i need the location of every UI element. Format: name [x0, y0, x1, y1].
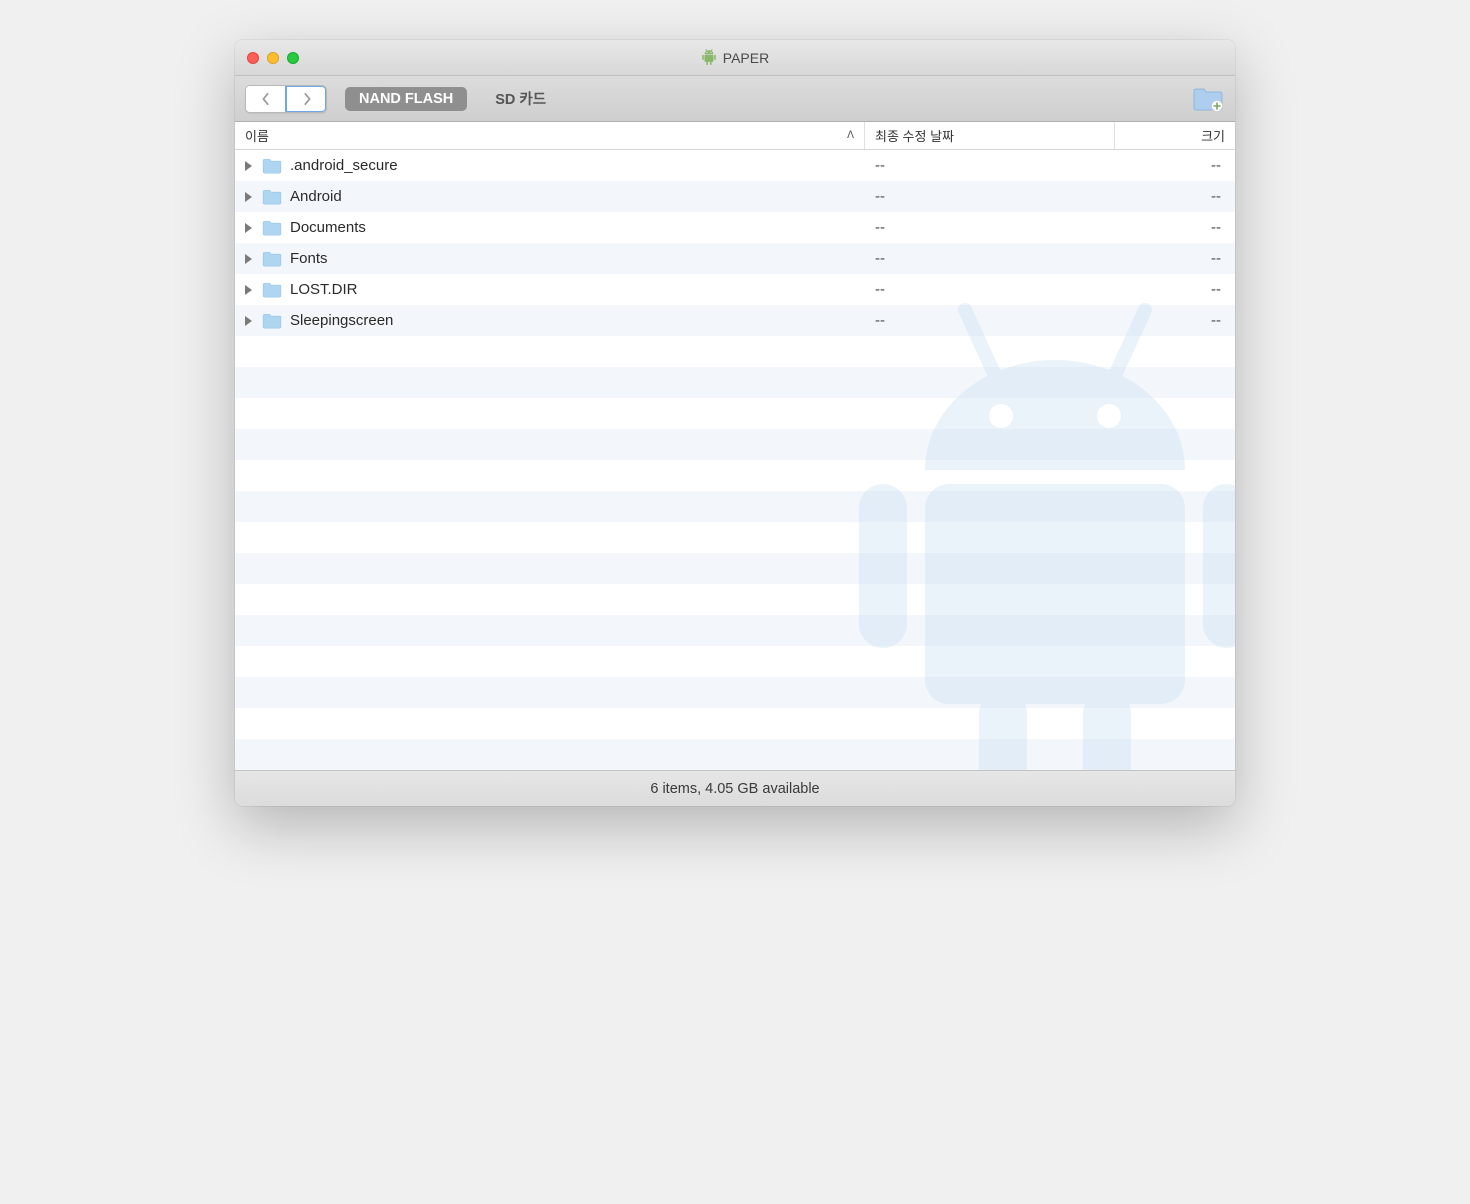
name-cell: Documents: [235, 219, 865, 236]
folder-icon: [262, 313, 282, 329]
android-icon: [701, 49, 717, 67]
empty-row: [235, 553, 1235, 584]
empty-row: [235, 708, 1235, 739]
disclosure-triangle-icon[interactable]: [245, 316, 252, 326]
size-cell: --: [1115, 219, 1235, 236]
empty-row: [235, 491, 1235, 522]
empty-row: [235, 429, 1235, 460]
folder-icon: [262, 220, 282, 236]
date-cell: --: [865, 312, 1115, 329]
size-cell: --: [1115, 250, 1235, 267]
nav-button-group: [245, 85, 327, 113]
column-header-row: 이름 ᐱ 최종 수정 날짜 크기: [235, 122, 1235, 150]
empty-row: [235, 522, 1235, 553]
size-cell: --: [1115, 157, 1235, 174]
empty-row: [235, 615, 1235, 646]
close-button[interactable]: [247, 52, 259, 64]
file-name: Sleepingscreen: [290, 312, 393, 329]
finder-window: PAPER NAND FLASH SD 카드 이름 ᐱ: [235, 40, 1235, 806]
size-cell: --: [1115, 281, 1235, 298]
folder-icon: [262, 189, 282, 205]
column-date-header[interactable]: 최종 수정 날짜: [865, 122, 1115, 149]
file-name: .android_secure: [290, 157, 398, 174]
status-bar: 6 items, 4.05 GB available: [235, 770, 1235, 806]
column-size-label: 크기: [1201, 126, 1225, 145]
empty-row: [235, 739, 1235, 770]
chevron-right-icon: [302, 93, 312, 105]
chevron-left-icon: [261, 93, 271, 105]
table-row[interactable]: LOST.DIR -- --: [235, 274, 1235, 305]
disclosure-triangle-icon[interactable]: [245, 161, 252, 171]
date-cell: --: [865, 281, 1115, 298]
date-cell: --: [865, 250, 1115, 267]
window-controls: [247, 52, 299, 64]
empty-row: [235, 398, 1235, 429]
file-name: Documents: [290, 219, 366, 236]
folder-icon: [262, 158, 282, 174]
empty-row: [235, 336, 1235, 367]
disclosure-triangle-icon[interactable]: [245, 192, 252, 202]
empty-row: [235, 584, 1235, 615]
tab-nand-flash[interactable]: NAND FLASH: [345, 87, 467, 111]
back-button[interactable]: [246, 86, 286, 112]
file-name: LOST.DIR: [290, 281, 358, 298]
name-cell: Sleepingscreen: [235, 312, 865, 329]
storage-tabs: NAND FLASH SD 카드: [345, 84, 560, 113]
name-cell: LOST.DIR: [235, 281, 865, 298]
size-cell: --: [1115, 312, 1235, 329]
name-cell: Fonts: [235, 250, 865, 267]
toolbar: NAND FLASH SD 카드: [235, 76, 1235, 122]
date-cell: --: [865, 157, 1115, 174]
name-cell: Android: [235, 188, 865, 205]
sort-indicator-icon: ᐱ: [847, 130, 854, 141]
date-cell: --: [865, 188, 1115, 205]
column-name-header[interactable]: 이름 ᐱ: [235, 122, 865, 149]
file-name: Android: [290, 188, 342, 205]
file-name: Fonts: [290, 250, 328, 267]
table-row[interactable]: Documents -- --: [235, 212, 1235, 243]
folder-icon: [262, 282, 282, 298]
zoom-button[interactable]: [287, 52, 299, 64]
size-cell: --: [1115, 188, 1235, 205]
empty-row: [235, 646, 1235, 677]
file-list[interactable]: .android_secure -- -- Android -- -- Docu…: [235, 150, 1235, 770]
disclosure-triangle-icon[interactable]: [245, 285, 252, 295]
new-folder-button[interactable]: [1191, 85, 1225, 113]
empty-row: [235, 367, 1235, 398]
minimize-button[interactable]: [267, 52, 279, 64]
forward-button[interactable]: [286, 86, 326, 112]
empty-row: [235, 677, 1235, 708]
titlebar[interactable]: PAPER: [235, 40, 1235, 76]
table-row[interactable]: Android -- --: [235, 181, 1235, 212]
table-row[interactable]: Sleepingscreen -- --: [235, 305, 1235, 336]
name-cell: .android_secure: [235, 157, 865, 174]
window-title: PAPER: [723, 50, 769, 66]
disclosure-triangle-icon[interactable]: [245, 223, 252, 233]
empty-row: [235, 460, 1235, 491]
column-date-label: 최종 수정 날짜: [875, 126, 954, 145]
column-size-header[interactable]: 크기: [1115, 122, 1235, 149]
table-row[interactable]: .android_secure -- --: [235, 150, 1235, 181]
folder-plus-icon: [1192, 86, 1224, 112]
date-cell: --: [865, 219, 1115, 236]
folder-icon: [262, 251, 282, 267]
disclosure-triangle-icon[interactable]: [245, 254, 252, 264]
tab-sd-card[interactable]: SD 카드: [481, 84, 560, 113]
table-row[interactable]: Fonts -- --: [235, 243, 1235, 274]
column-name-label: 이름: [245, 126, 269, 145]
status-text: 6 items, 4.05 GB available: [650, 781, 819, 797]
window-title-wrapper: PAPER: [701, 49, 769, 67]
